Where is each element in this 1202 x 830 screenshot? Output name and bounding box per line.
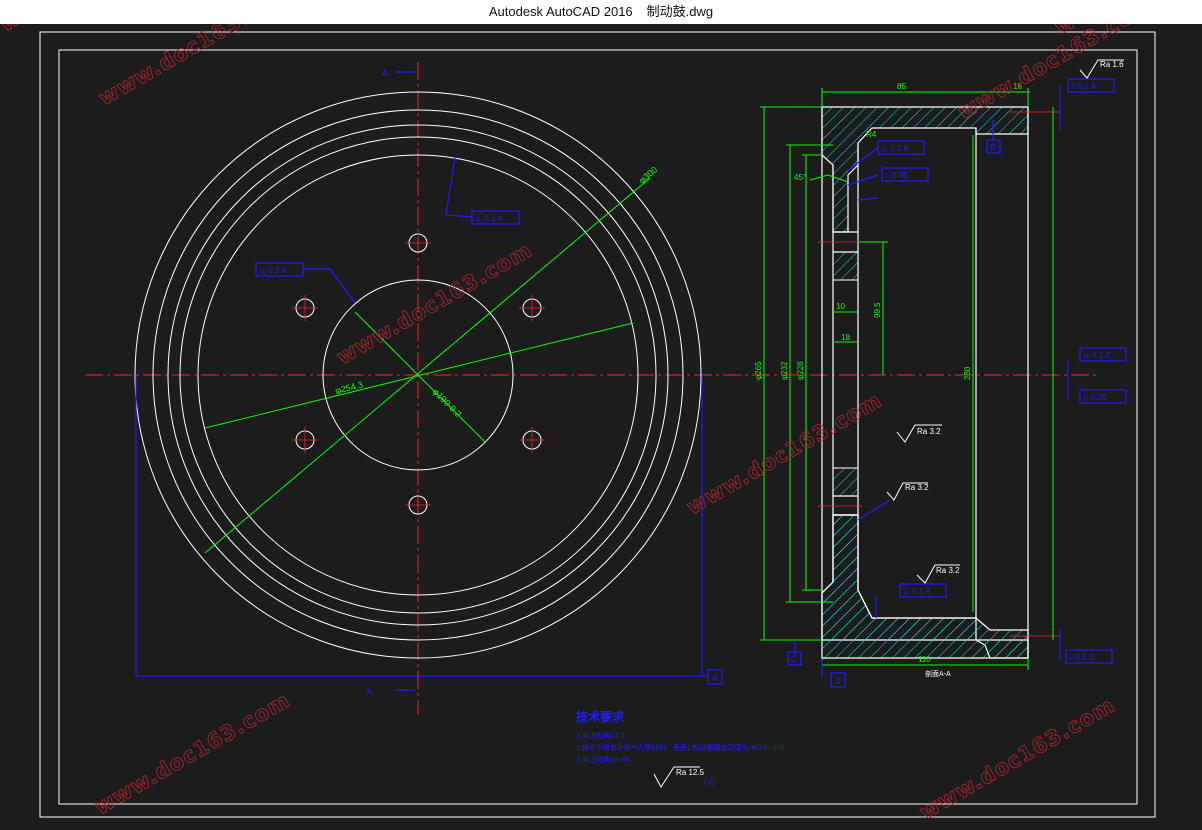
datum-d: D	[835, 677, 841, 686]
tol-6: ⊥ 0.1 A	[903, 587, 931, 596]
tol-5: ⌭ 0.05	[1083, 393, 1107, 402]
watermark-5: www.doc163.com	[91, 688, 295, 819]
dim-bottom-width: 110	[918, 655, 931, 664]
datum-right: A	[712, 673, 718, 683]
notes-line-2: 2.铸件不得有砂眼气孔等缺陷，表面1.制动面硬度范围为HB190-230	[576, 743, 784, 752]
tol-2: ⊥ 0.1 B	[881, 144, 909, 153]
tol-1: // 0.1 A	[1071, 82, 1097, 91]
rough-2: Ra 3.2	[917, 427, 941, 436]
watermark-2: www.doc163.com	[333, 238, 537, 369]
datum-b: B	[990, 143, 995, 152]
dim-h: 99.5	[873, 302, 882, 318]
tol-7: // 0.1 D	[1069, 653, 1095, 662]
tol-left: ◎ 0.1 A	[259, 266, 287, 275]
front-leaders	[136, 72, 706, 690]
section-web-mid-2	[833, 468, 858, 496]
general-roughness-suffix: (√)	[704, 777, 715, 787]
watermark-3: www.doc163.com	[683, 388, 887, 519]
front-view: φ300 φ254.3 φ190-0.2 ⊥ 0.1 A ◎ 0.1 A A A…	[85, 62, 1100, 715]
dim-chamfer: 45°	[794, 173, 806, 182]
drawing-canvas[interactable]: φ300 φ254.3 φ190-0.2 ⊥ 0.1 A ◎ 0.1 A A A…	[0, 24, 1202, 825]
notes-title: 技术要求	[576, 709, 625, 724]
cad-drawing: φ300 φ254.3 φ190-0.2 ⊥ 0.1 A ◎ 0.1 A A A…	[0, 24, 1202, 825]
notes-line-1: 1.未注倒角C1.5	[576, 731, 625, 740]
section-top-flange	[822, 107, 1028, 232]
dim-hub-dia: φ190-0.2	[431, 386, 464, 419]
rough-1: Ra 1.6	[1100, 60, 1124, 69]
front-dimensions	[205, 178, 650, 553]
document-name: 制动鼓.dwg	[647, 4, 713, 19]
dim-r: R4	[866, 130, 877, 139]
datum-c: C	[791, 655, 797, 664]
watermarks: www.doc163.com www.doc163.com www.doc163…	[0, 24, 1202, 824]
outer-frame	[40, 32, 1155, 817]
dim-phi-a: φ265	[754, 361, 763, 380]
section-web-mid-1	[833, 252, 858, 280]
dim-phi-c: φ228	[796, 361, 805, 380]
window-title-bar: Autodesk AutoCAD 2016 制动鼓.dwg	[0, 0, 1202, 24]
tol-3: ○ 0.05	[885, 171, 908, 180]
section-view-label: 剖面A-A	[925, 669, 951, 678]
general-roughness: Ra 12.5	[676, 768, 705, 777]
dim-top-width: 85	[897, 82, 906, 91]
dim-inner: 280	[963, 366, 972, 380]
dim-phi-b: φ232	[780, 361, 789, 380]
section-marker-top: A	[382, 68, 388, 78]
dim-10: 10	[836, 302, 845, 311]
dim-bolt-circle: φ254.3	[334, 379, 364, 396]
inner-frame	[59, 50, 1137, 804]
app-title: Autodesk AutoCAD 2016	[489, 4, 633, 19]
technical-notes: 技术要求 1.未注倒角C1.5 2.铸件不得有砂眼气孔等缺陷，表面1.制动面硬度…	[576, 709, 784, 787]
watermark-7: www.doc163.com	[0, 24, 199, 36]
rough-4: Ra 3.2	[936, 566, 960, 575]
watermark-1: www.doc163.com	[95, 24, 299, 110]
dim-18: 18	[841, 333, 850, 342]
notes-line-3: 3.未注圆角R3-R5	[576, 755, 630, 764]
tol-top: ⊥ 0.1 A	[475, 214, 503, 223]
rough-3: Ra 3.2	[905, 483, 929, 492]
dim-outer-dia: φ300	[637, 164, 659, 185]
section-marker-bottom: A	[366, 687, 372, 697]
tol-4: ◎ 0.1 C	[1083, 351, 1112, 360]
section-view: 85 16 45° R4 10 18 99.5 φ265 φ232 φ228 2…	[654, 60, 1126, 787]
watermark-4: www.doc163.com	[954, 24, 1158, 124]
watermark-6: www.doc163.com	[916, 693, 1120, 824]
